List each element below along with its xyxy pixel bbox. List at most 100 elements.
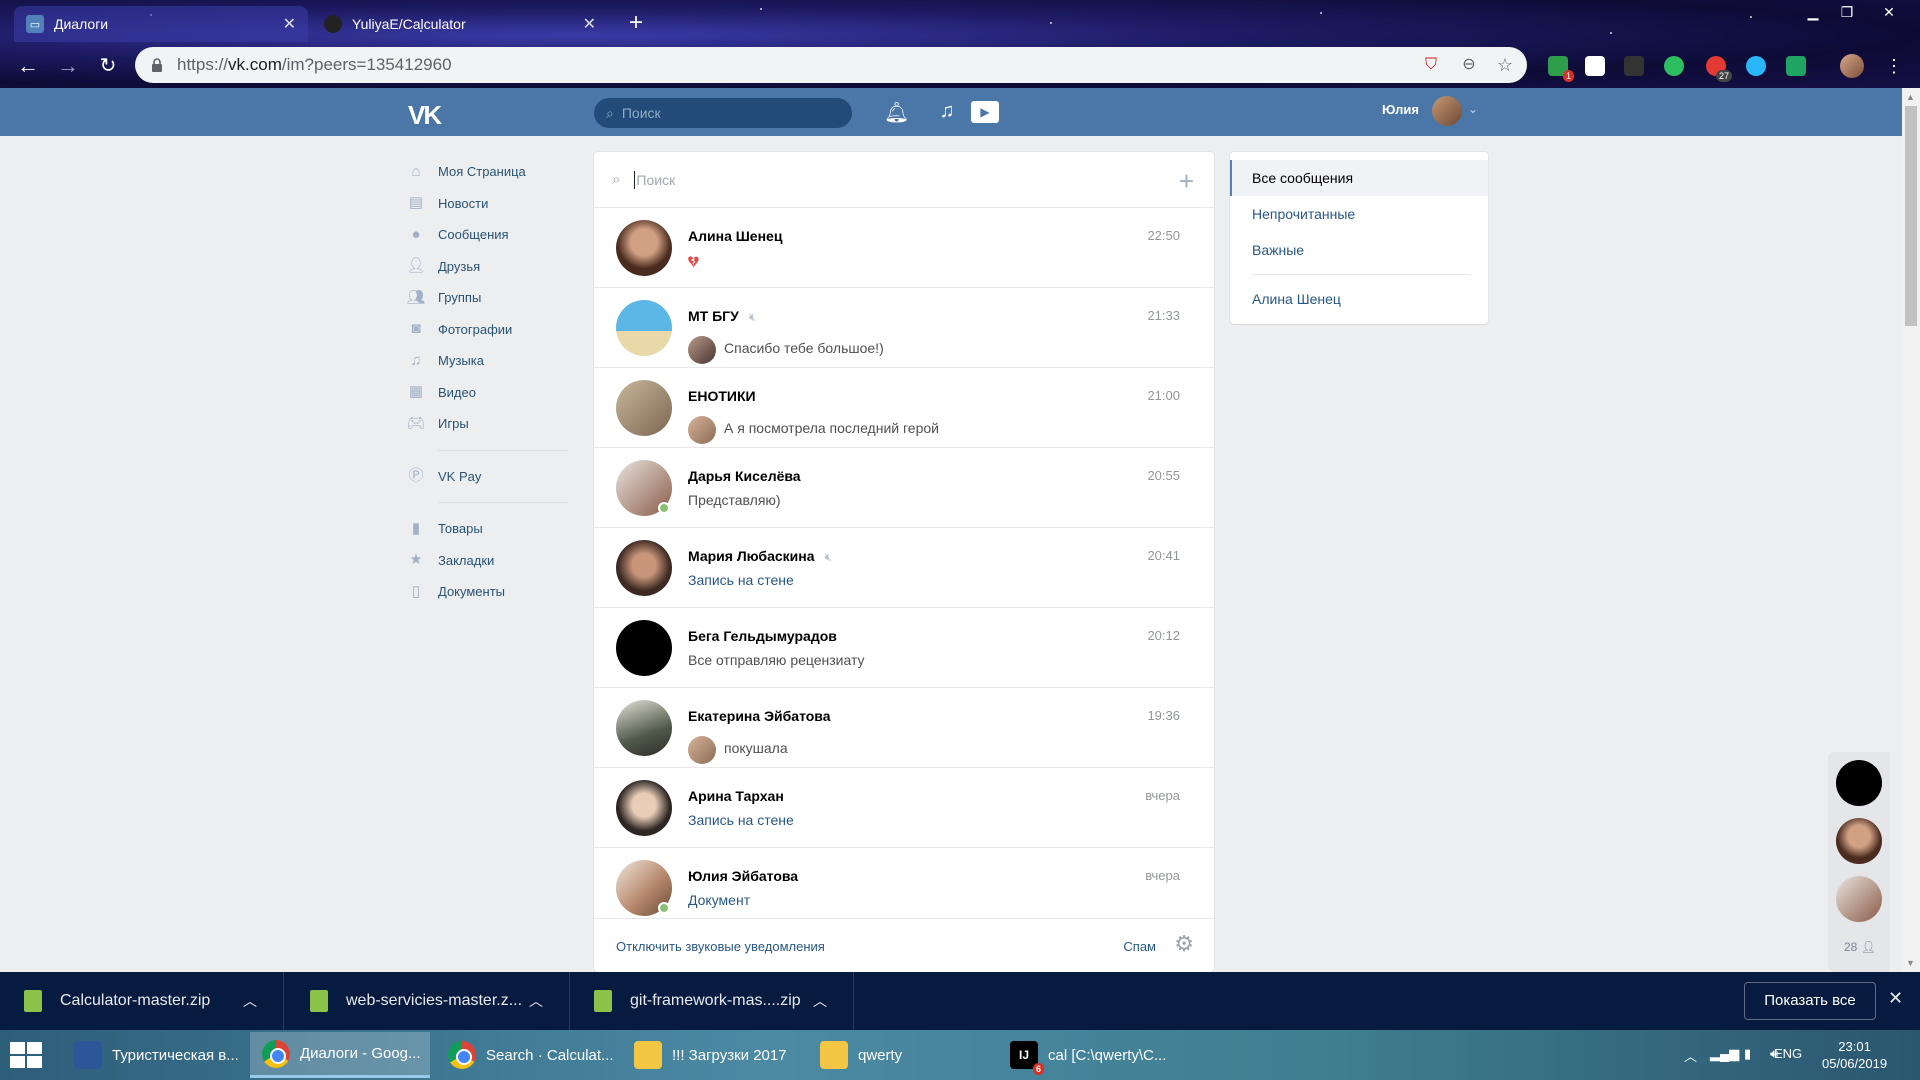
github-favicon-icon <box>324 15 342 33</box>
menu-item-vk-pay[interactable]: Ⓟ VK Pay <box>406 461 571 493</box>
header-search-input[interactable]: ⌕ Поиск <box>594 98 852 128</box>
menu-item-friends[interactable]: 👤︎ Друзья <box>406 251 571 283</box>
chevron-up-icon[interactable]: ︿ <box>243 991 257 1011</box>
extension-video-icon[interactable] <box>1624 56 1644 76</box>
tab-dialogs[interactable]: ▭ Диалоги ✕ <box>14 6 308 42</box>
dialog-avatar[interactable] <box>616 300 672 356</box>
music-icon[interactable]: ♫ <box>935 100 959 123</box>
chevron-up-icon[interactable]: ︿ <box>813 991 827 1011</box>
network-icon[interactable]: ▂▄▆ <box>1710 1046 1739 1062</box>
gear-icon[interactable]: ⚙ <box>1174 931 1194 957</box>
chevron-up-icon[interactable]: ︿ <box>529 991 543 1011</box>
header-avatar[interactable] <box>1432 96 1462 126</box>
battery-icon[interactable]: ▮ <box>1744 1046 1751 1062</box>
taskbar-item-folder-downloads[interactable]: !!! Загрузки 2017 <box>622 1032 802 1078</box>
download-item[interactable]: git-framework-mas....zip ︿ <box>570 972 854 1030</box>
extension-sheets-icon[interactable] <box>1786 56 1806 76</box>
dialog-avatar[interactable] <box>616 220 672 276</box>
scrollbar-thumb[interactable] <box>1905 106 1917 326</box>
dialog-row[interactable]: Бега Гельдымурадов 20:12 Все отправляю р… <box>594 608 1214 688</box>
shield-blocked-icon[interactable]: ⛉ <box>1421 55 1441 75</box>
language-indicator[interactable]: ENG <box>1774 1046 1802 1061</box>
mini-chat-avatar[interactable] <box>1836 760 1882 806</box>
system-clock[interactable]: 23:01 05/06/2019 <box>1822 1038 1887 1072</box>
dialog-row[interactable]: Арина Тархан вчера Запись на стене <box>594 768 1214 848</box>
filter-all-messages[interactable]: Все сообщения <box>1230 160 1488 196</box>
dialog-name: Алина Шенец <box>688 228 783 244</box>
scroll-up-icon[interactable]: ▲ <box>1906 92 1915 102</box>
close-download-bar-icon[interactable]: ✕ <box>1888 988 1903 1009</box>
extension-gear-icon[interactable] <box>1746 56 1766 76</box>
forward-button[interactable]: → <box>54 52 82 80</box>
menu-item-photos[interactable]: ◙ Фотографии <box>406 314 571 346</box>
menu-item-documents[interactable]: ▯ Документы <box>406 576 571 608</box>
windows-start-icon[interactable] <box>10 1042 44 1068</box>
evernote-icon[interactable] <box>1664 56 1684 76</box>
dialog-row[interactable]: Юлия Эйбатова вчера Документ <box>594 848 1214 928</box>
scroll-down-icon[interactable]: ▼ <box>1906 958 1915 968</box>
dialog-row[interactable]: Екатерина Эйбатова 19:36 покушала <box>594 688 1214 768</box>
minimize-icon[interactable]: ▁ <box>1796 0 1830 24</box>
vk-logo[interactable]: VK <box>408 100 442 131</box>
new-chat-plus-icon[interactable]: + <box>1179 166 1194 197</box>
header-user-name[interactable]: Юлия <box>1382 102 1419 117</box>
chevron-down-icon[interactable]: ⌄ <box>1468 102 1478 116</box>
spam-link[interactable]: Спам <box>1123 939 1156 954</box>
back-button[interactable]: ← <box>14 52 42 80</box>
taskbar-item-word[interactable]: Туристическая в... <box>62 1032 242 1078</box>
close-tab-icon[interactable]: ✕ <box>583 14 596 34</box>
menu-item-video[interactable]: ▦ Видео <box>406 377 571 409</box>
new-tab-button[interactable]: + <box>622 10 650 38</box>
menu-item-news[interactable]: ▤ Новости <box>406 188 571 220</box>
menu-item-my-page[interactable]: ⌂ Моя Страница <box>406 156 571 188</box>
chrome-menu-icon[interactable]: ⋮ <box>1880 52 1908 80</box>
filter-unread[interactable]: Непрочитанные <box>1230 196 1488 232</box>
menu-item-goods[interactable]: ▮ Товары <box>406 513 571 545</box>
filter-important[interactable]: Важные <box>1230 232 1488 268</box>
reload-button[interactable]: ↻ <box>94 52 122 80</box>
mini-chat-avatar[interactable] <box>1836 818 1882 864</box>
online-friends-count[interactable]: 28 👤︎ <box>1844 940 1876 954</box>
menu-item-music[interactable]: ♫ Музыка <box>406 345 571 377</box>
dialog-avatar[interactable] <box>616 380 672 436</box>
show-all-downloads-button[interactable]: Показать все <box>1744 982 1876 1020</box>
menu-item-groups[interactable]: 👥︎ Группы <box>406 282 571 314</box>
close-window-icon[interactable]: ✕ <box>1872 0 1906 24</box>
dialog-avatar[interactable] <box>616 540 672 596</box>
video-player-icon[interactable]: ▶ <box>971 101 999 123</box>
zoom-icon[interactable]: ⊖ <box>1459 55 1479 75</box>
extension-green-icon[interactable]: 1 <box>1548 56 1574 82</box>
restore-icon[interactable]: ❐ <box>1830 0 1864 24</box>
menu-item-bookmarks[interactable]: ★ Закладки <box>406 545 571 577</box>
dialog-row[interactable]: Мария Любаскина 🔇︎ 20:41 Запись на стене <box>594 528 1214 608</box>
filter-pinned-chat[interactable]: Алина Шенец <box>1230 281 1488 317</box>
extension-mask-icon[interactable] <box>1585 56 1605 76</box>
taskbar-item-folder-qwerty[interactable]: qwerty <box>808 1032 988 1078</box>
page-scrollbar[interactable]: ▲ ▼ <box>1902 88 1920 972</box>
download-item[interactable]: Calculator-master.zip ︿ <box>0 972 284 1030</box>
taskbar-item-chrome-search[interactable]: Search · Calculat... <box>436 1032 616 1078</box>
menu-item-messages[interactable]: ● Сообщения <box>406 219 571 251</box>
tab-calculator[interactable]: YuliyaE/Calculator ✕ <box>312 6 608 42</box>
dialogs-search-input[interactable]: ⌕ Поиск + <box>594 152 1214 208</box>
close-tab-icon[interactable]: ✕ <box>283 14 296 34</box>
address-bar[interactable]: https://vk.com/im?peers=135412960 ⛉ ⊖ ☆ <box>135 47 1527 83</box>
download-item[interactable]: web-servicies-master.z... ︿ <box>286 972 570 1030</box>
dialog-avatar[interactable] <box>616 620 672 676</box>
extension-red-icon[interactable]: 27 <box>1706 56 1732 82</box>
dialog-row[interactable]: Алина Шенец 22:50 💔︎ <box>594 208 1214 288</box>
chevron-up-tray-icon[interactable]: ︿ <box>1684 1046 1697 1065</box>
taskbar-item-chrome-dialogs[interactable]: Диалоги - Goog... <box>250 1032 430 1078</box>
notifications-bell-icon[interactable]: 🔔︎ <box>884 100 909 125</box>
dialog-avatar[interactable] <box>616 700 672 756</box>
mini-chat-avatar[interactable] <box>1836 876 1882 922</box>
profile-avatar[interactable] <box>1840 54 1864 78</box>
dialog-row[interactable]: МТ БГУ 🔇︎ 21:33 Спасибо тебе большое!) <box>594 288 1214 368</box>
taskbar-item-intellij[interactable]: IJ 6 cal [C:\qwerty\C... <box>998 1032 1178 1078</box>
mute-notifications-link[interactable]: Отключить звуковые уведомления <box>616 939 825 954</box>
dialog-row[interactable]: Дарья Киселёва 20:55 Представляю) <box>594 448 1214 528</box>
dialog-avatar[interactable] <box>616 780 672 836</box>
menu-item-games[interactable]: 🎮︎ Игры <box>406 408 571 440</box>
dialog-row[interactable]: ЕНОТИКИ 21:00 А я посмотрела последний г… <box>594 368 1214 448</box>
bookmark-star-icon[interactable]: ☆ <box>1495 55 1515 75</box>
